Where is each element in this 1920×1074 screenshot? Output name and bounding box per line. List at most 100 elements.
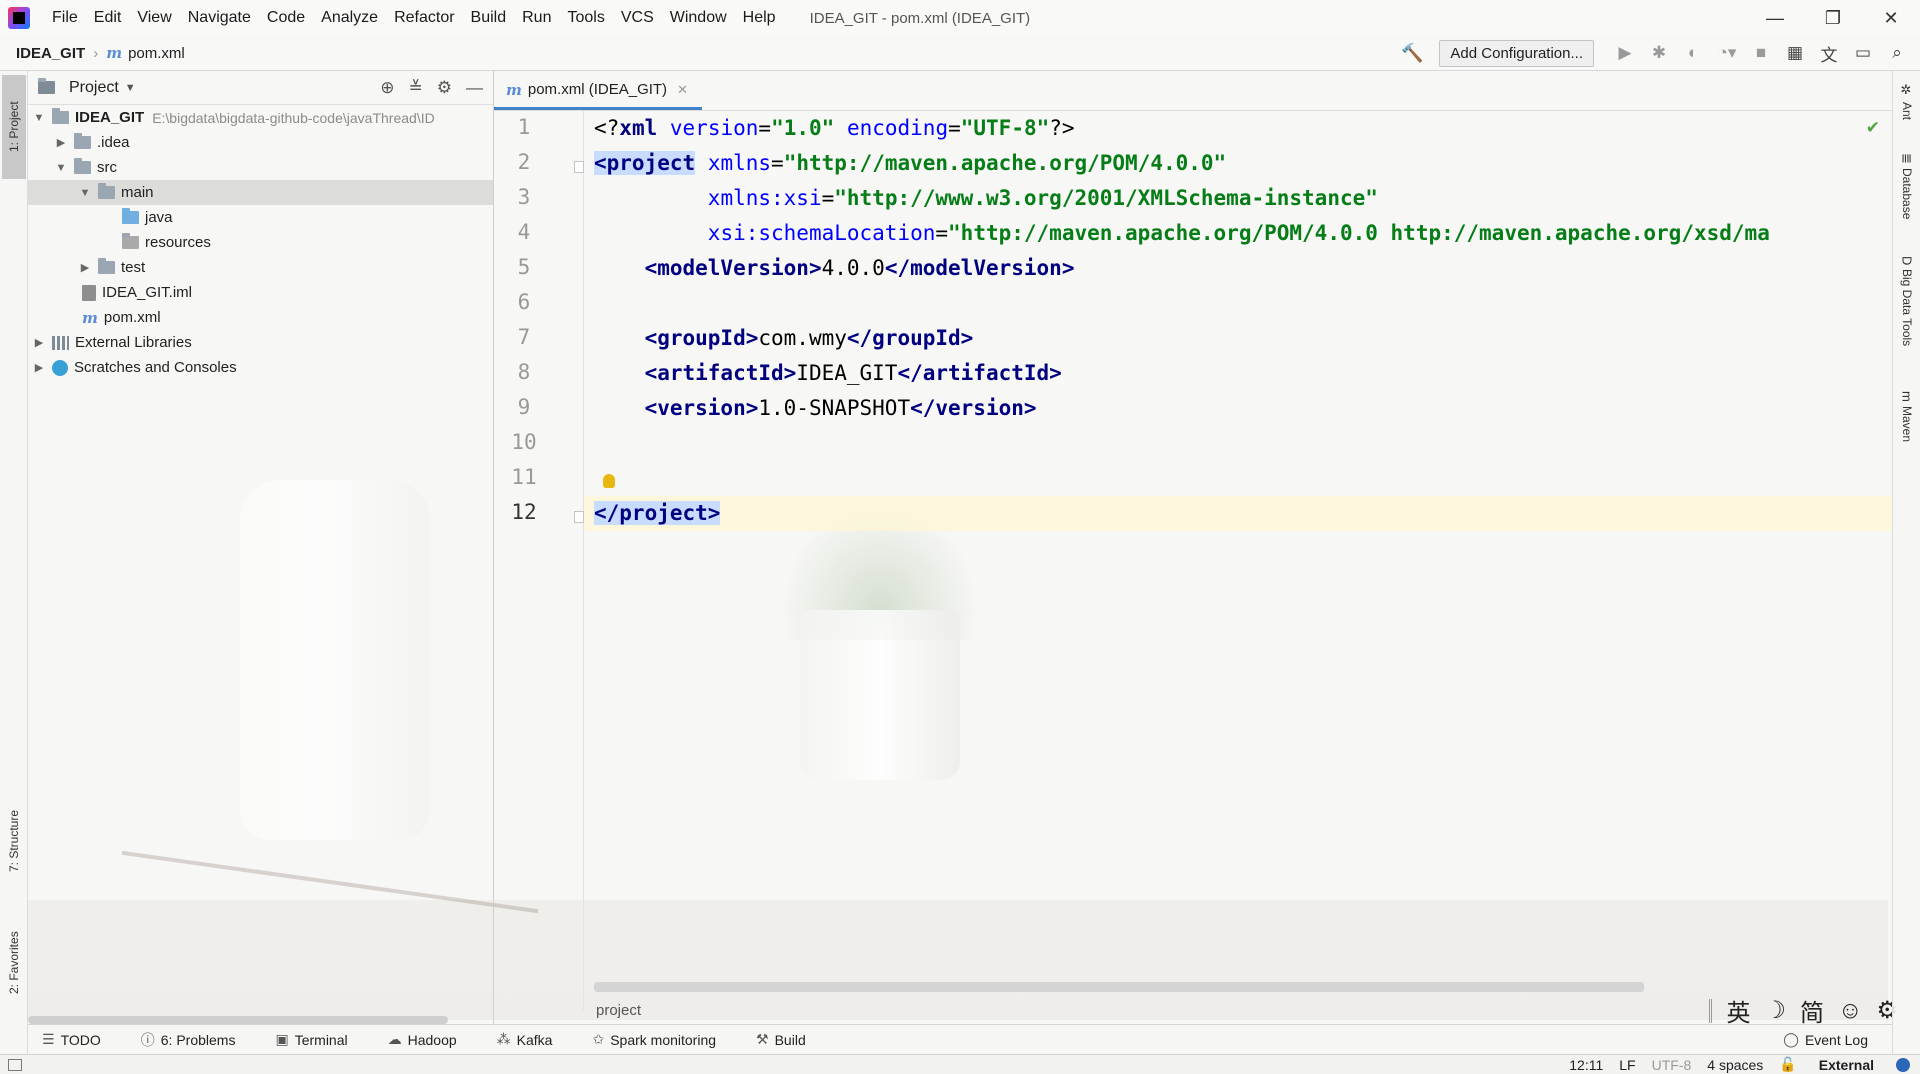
chevron-down-icon[interactable]: ▼ (32, 112, 46, 124)
tab-favorites[interactable]: 2: Favorites (2, 913, 26, 1013)
no-problems-check-icon[interactable]: ✔ (1866, 118, 1880, 138)
line-number: 9 (517, 395, 531, 419)
project-horizontal-scrollbar[interactable] (28, 1016, 448, 1024)
stop-icon[interactable]: ■ (1746, 43, 1776, 63)
tool-problems[interactable]: ⓘ 6: Problems (141, 1030, 236, 1050)
menu-navigate[interactable]: Navigate (180, 9, 259, 27)
menu-analyze[interactable]: Analyze (313, 9, 386, 27)
tree-item-external-libraries[interactable]: ▶ External Libraries (28, 330, 493, 355)
tree-item-idea[interactable]: ▶ .idea (28, 130, 493, 155)
menu-file[interactable]: File (44, 9, 86, 27)
chevron-right-icon[interactable]: ▶ (54, 136, 68, 149)
tool-todo[interactable]: ☰ TODO (42, 1031, 101, 1048)
profile-icon[interactable]: ◔▾ (1712, 43, 1742, 63)
editor-horizontal-scrollbar[interactable] (594, 982, 1644, 992)
tree-item-main[interactable]: ▼ main (28, 180, 493, 205)
collapse-all-icon[interactable]: ≚ (409, 78, 423, 98)
menu-view[interactable]: View (129, 9, 179, 27)
moon-icon[interactable]: ☽ (1764, 996, 1786, 1025)
ime-language-toggle[interactable]: 英 (1726, 993, 1750, 1028)
tab-database[interactable]: ≣ Database (1895, 153, 1919, 243)
project-view-selector[interactable]: Project (69, 79, 119, 97)
nav-project[interactable]: IDEA_GIT (16, 45, 85, 62)
toggle-icon[interactable] (1896, 1057, 1910, 1072)
lock-icon[interactable]: 🔓 (1779, 1056, 1796, 1073)
menu-window[interactable]: Window (662, 9, 735, 27)
menu-refactor[interactable]: Refactor (386, 9, 462, 27)
tree-item-java[interactable]: java (28, 205, 493, 230)
editor-breadcrumb[interactable]: project (584, 998, 1784, 1024)
tool-spark-monitoring[interactable]: ✩ Spark monitoring (592, 1031, 716, 1048)
nav-file[interactable]: pom.xml (128, 45, 185, 62)
tab-structure[interactable]: 7: Structure (2, 791, 26, 891)
emoji-icon[interactable]: ☺ (1838, 997, 1863, 1025)
tool-event-log[interactable]: ◯ Event Log (1783, 1031, 1868, 1048)
ime-drag-handle[interactable] (1709, 998, 1713, 1023)
chevron-right-icon[interactable]: ▶ (78, 261, 92, 274)
hide-panel-icon[interactable]: — (466, 78, 483, 98)
chevron-down-icon[interactable]: ▼ (125, 82, 136, 94)
fold-marker-icon[interactable] (574, 161, 584, 173)
tree-item-test[interactable]: ▶ test (28, 255, 493, 280)
code-line-5: <modelVersion>4.0.0</modelVersion> (594, 251, 1075, 286)
window-controls: — ❐ ✕ (1746, 8, 1920, 29)
menu-edit[interactable]: Edit (86, 9, 130, 27)
tool-kafka[interactable]: ⁂ Kafka (497, 1031, 553, 1048)
translate-icon[interactable]: 文 (1814, 41, 1844, 66)
project-structure-icon[interactable]: ▦ (1780, 43, 1810, 63)
tab-favorites-label: 2: Favorites (7, 931, 21, 995)
external-profile[interactable]: External (1813, 1057, 1880, 1073)
toggle-tool-windows-icon[interactable] (8, 1058, 22, 1071)
tree-item-src[interactable]: ▼ src (28, 155, 493, 180)
minimize-icon[interactable]: — (1746, 8, 1804, 29)
code-line-7: <groupId>com.wmy</groupId> (594, 321, 974, 356)
tab-project[interactable]: 1: Project (2, 75, 26, 179)
tree-item-pom[interactable]: m pom.xml (28, 305, 493, 330)
build-hammer-icon[interactable]: 🔨 (1401, 43, 1423, 64)
indent-setting[interactable]: 4 spaces (1707, 1057, 1763, 1073)
tool-build[interactable]: ⚒ Build (756, 1031, 806, 1048)
tree-item-label: IDEA_GIT.iml (102, 284, 193, 301)
tab-big-data-tools[interactable]: D Big Data Tools (1895, 256, 1919, 376)
run-icon[interactable]: ▶ (1610, 43, 1640, 63)
menu-vcs[interactable]: VCS (613, 9, 662, 27)
tool-terminal[interactable]: ▣ Terminal (275, 1031, 347, 1048)
debug-icon[interactable]: ✱ (1644, 43, 1674, 63)
tree-item-scratches[interactable]: ▶ Scratches and Consoles (28, 355, 493, 380)
restore-icon[interactable]: ❐ (1804, 8, 1862, 29)
chevron-down-icon[interactable]: ▼ (54, 162, 68, 174)
chevron-right-icon[interactable]: ▶ (32, 361, 46, 374)
tab-maven[interactable]: m Maven (1895, 391, 1919, 461)
code-editor[interactable]: <?xml version="1.0" encoding="UTF-8"?> <… (594, 111, 1892, 991)
tree-item-label: IDEA_GIT (75, 109, 145, 126)
fold-marker-icon[interactable] (574, 511, 584, 523)
caret-position[interactable]: 12:11 (1569, 1057, 1603, 1073)
chevron-right-icon[interactable]: ▶ (32, 336, 46, 349)
lightbulb-icon[interactable] (603, 474, 615, 488)
tree-item-iml[interactable]: IDEA_GIT.iml (28, 280, 493, 305)
search-icon[interactable]: ⌕ (1882, 43, 1912, 63)
presentation-icon[interactable]: ▭ (1848, 43, 1878, 63)
menu-code[interactable]: Code (259, 9, 313, 27)
file-encoding[interactable]: UTF-8 (1652, 1057, 1692, 1073)
close-icon[interactable]: ✕ (1862, 8, 1920, 29)
close-tab-icon[interactable]: ✕ (677, 82, 688, 98)
menu-run[interactable]: Run (514, 9, 559, 27)
code-token: 1.0-SNAPSHOT (758, 396, 911, 420)
gear-icon[interactable]: ⚙ (437, 78, 452, 98)
menu-help[interactable]: Help (735, 9, 784, 27)
line-separator[interactable]: LF (1619, 1057, 1635, 1073)
menu-build[interactable]: Build (463, 9, 515, 27)
menu-tools[interactable]: Tools (559, 9, 612, 27)
tool-hadoop[interactable]: ☁ Hadoop (388, 1031, 457, 1048)
locate-file-icon[interactable]: ⊕ (380, 78, 394, 98)
tree-item-idea-git[interactable]: ▼ IDEA_GIT E:\bigdata\bigdata-github-cod… (28, 105, 493, 130)
ime-simplified-toggle[interactable]: 简 (1800, 993, 1824, 1028)
tab-pom-xml[interactable]: m pom.xml (IDEA_GIT) ✕ (494, 72, 702, 110)
tree-item-resources[interactable]: resources (28, 230, 493, 255)
coverage-icon[interactable]: ◐ (1678, 43, 1708, 63)
big-data-icon: D (1899, 256, 1915, 266)
chevron-down-icon[interactable]: ▼ (78, 187, 92, 199)
add-configuration-button[interactable]: Add Configuration... (1439, 39, 1594, 67)
tab-ant[interactable]: ✲ Ant (1895, 83, 1919, 143)
